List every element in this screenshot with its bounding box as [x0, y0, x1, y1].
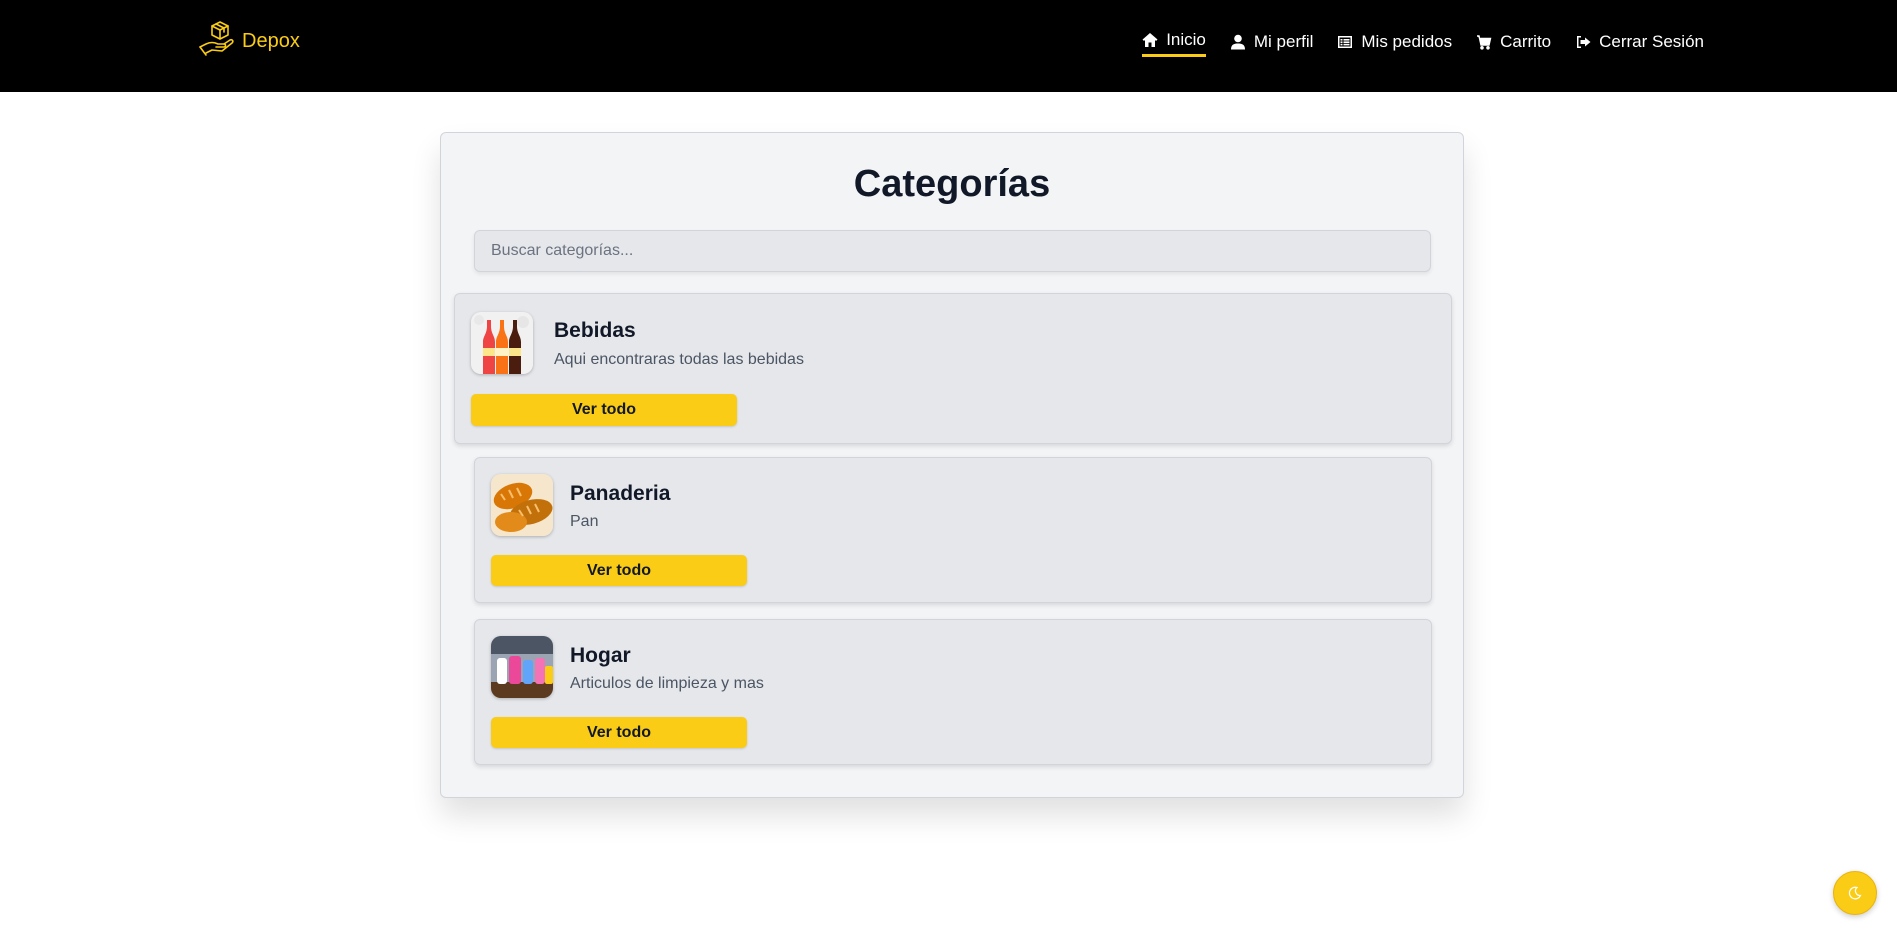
category-card-panaderia: Panaderia Pan Ver todo	[474, 457, 1432, 603]
view-all-button[interactable]: Ver todo	[491, 555, 747, 586]
home-icon	[1142, 33, 1158, 47]
category-name: Panaderia	[570, 482, 671, 505]
view-all-button[interactable]: Ver todo	[471, 394, 737, 426]
nav-item-label: Cerrar Sesión	[1599, 31, 1704, 51]
cart-icon	[1477, 34, 1492, 50]
hand-box-icon	[198, 20, 236, 63]
moon-icon	[1848, 886, 1862, 900]
drinks-image	[471, 312, 533, 374]
navbar: Depox Inicio Mi perfil Mis pedidos Carri…	[0, 0, 1897, 92]
list-icon	[1338, 35, 1353, 48]
category-name: Bebidas	[554, 319, 636, 342]
user-icon	[1230, 34, 1245, 49]
bread-image	[491, 474, 553, 536]
categories-panel: Categorías Bebidas Aqui encontraras toda…	[440, 132, 1464, 798]
category-card-bebidas: Bebidas Aqui encontraras todas las bebid…	[454, 293, 1452, 444]
theme-toggle-button[interactable]	[1833, 871, 1877, 915]
category-card-hogar: Hogar Articulos de limpieza y mas Ver to…	[474, 619, 1432, 765]
category-description: Articulos de limpieza y mas	[570, 675, 764, 692]
nav-item-carrito[interactable]: Carrito	[1476, 30, 1551, 57]
brand-logo-link[interactable]: Depox	[198, 20, 300, 63]
view-all-button[interactable]: Ver todo	[491, 717, 747, 748]
logout-icon	[1577, 35, 1591, 48]
nav-links: Inicio Mi perfil Mis pedidos Carrito Cer…	[1142, 30, 1704, 57]
nav-item-cerrar-sesion[interactable]: Cerrar Sesión	[1575, 30, 1704, 57]
home-products-image	[491, 636, 553, 698]
category-description: Pan	[570, 513, 599, 530]
nav-item-label: Mi perfil	[1253, 31, 1314, 51]
nav-item-label: Carrito	[1500, 31, 1552, 51]
category-description: Aqui encontraras todas las bebidas	[554, 351, 804, 368]
nav-item-label: Inicio	[1166, 30, 1206, 49]
nav-item-label: Mis pedidos	[1361, 31, 1453, 51]
category-name: Hogar	[570, 644, 631, 667]
nav-item-mis-pedidos[interactable]: Mis pedidos	[1337, 30, 1452, 57]
nav-item-inicio[interactable]: Inicio	[1142, 30, 1206, 57]
nav-item-mi-perfil[interactable]: Mi perfil	[1230, 30, 1314, 57]
page-title: Categorías	[853, 163, 1051, 205]
search-input[interactable]	[474, 230, 1431, 272]
brand-name: Depox	[242, 30, 300, 52]
